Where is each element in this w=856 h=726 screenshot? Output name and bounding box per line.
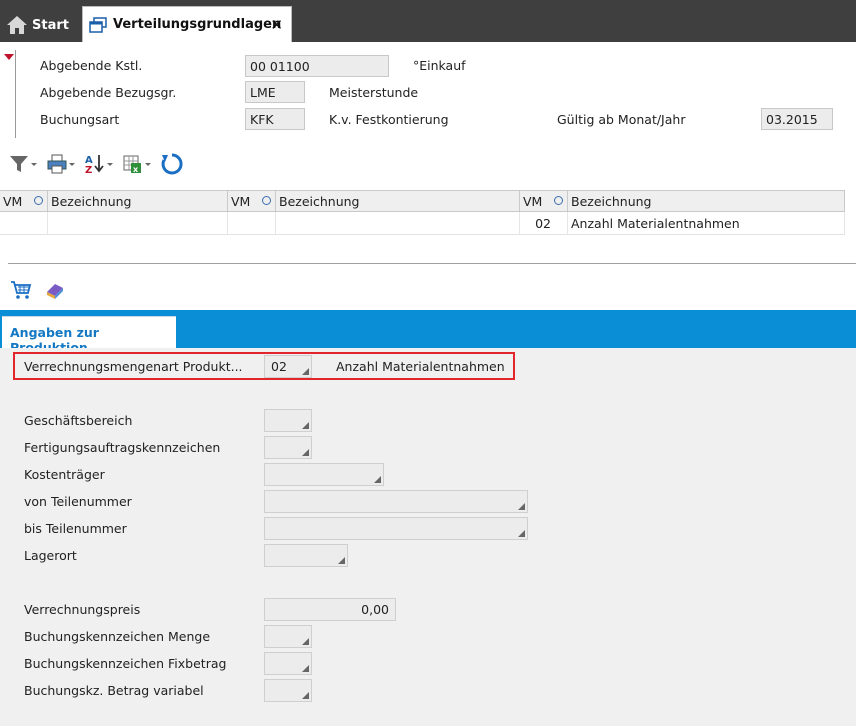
label-gueltig-ab: Gültig ab Monat/Jahr — [557, 112, 686, 127]
field-abgebende-kstl[interactable]: 00 01100 — [245, 55, 389, 77]
column-header-bezeichnung-1[interactable]: Bezeichnung — [48, 191, 228, 212]
label-buchungskennzeichen-menge: Buchungskennzeichen Menge — [24, 629, 211, 644]
field-buchungskennzeichen-menge[interactable] — [264, 625, 312, 648]
sort-icon[interactable] — [34, 196, 43, 205]
collapse-toggle-icon[interactable] — [4, 54, 14, 60]
field-buchungskz-betrag-variabel[interactable] — [264, 679, 312, 702]
label-buchungskennzeichen-fixbetrag: Buchungskennzeichen Fixbetrag — [24, 656, 227, 671]
label-lagerort: Lagerort — [24, 548, 77, 563]
refresh-icon[interactable] — [160, 152, 184, 176]
tab-start[interactable]: Start — [6, 8, 69, 42]
window-icon — [89, 16, 107, 33]
column-header-vm-1[interactable]: VM — [0, 191, 48, 212]
field-gueltig-ab[interactable]: 03.2015 — [761, 108, 833, 130]
label-buchungskz-betrag-variabel: Buchungskz. Betrag variabel — [24, 683, 204, 698]
column-header-bezeichnung-2[interactable]: Bezeichnung — [276, 191, 520, 212]
label-abgebende-kstl: Abgebende Kstl. — [40, 58, 143, 73]
svg-text:Z: Z — [85, 165, 92, 175]
table-cell: Anzahl Materialentnahmen — [568, 212, 845, 234]
section-divider — [8, 263, 856, 264]
label-fertigungsauftragskennzeichen: Fertigungsauftragskennzeichen — [24, 440, 221, 455]
table-cell: 02 — [520, 212, 568, 234]
toolbar: AZ x — [8, 150, 184, 178]
tab-verteilungsgrundlagen[interactable]: Verteilungsgrundlagen ✕ — [82, 6, 292, 42]
label-verrechnungspreis: Verrechnungspreis — [24, 602, 141, 617]
svg-text:x: x — [133, 165, 139, 174]
field-fertigungsauftragskennzeichen[interactable] — [264, 436, 312, 459]
tab-angaben-zur-produktion[interactable]: Angaben zur Produktion — [2, 316, 176, 355]
column-header-vm-2[interactable]: VM — [228, 191, 276, 212]
sort-icon[interactable] — [554, 196, 563, 205]
field-bis-teilenummer[interactable] — [264, 517, 528, 540]
desc-abgebende-kstl: °Einkauf — [413, 58, 466, 73]
header-divider — [15, 50, 16, 138]
close-icon[interactable]: ✕ — [270, 16, 283, 34]
field-buchungskennzeichen-fixbetrag[interactable] — [264, 652, 312, 675]
sort-az-icon[interactable]: AZ — [84, 153, 114, 175]
field-lagerort[interactable] — [264, 544, 348, 567]
column-header-bezeichnung-3[interactable]: Bezeichnung — [568, 191, 845, 212]
field-verrechnungsmengenart[interactable]: 02 — [264, 355, 312, 378]
field-verrechnungspreis[interactable]: 0,00 — [264, 598, 396, 621]
label-von-teilenummer: von Teilenummer — [24, 494, 132, 509]
field-von-teilenummer[interactable] — [264, 490, 528, 513]
tab-bar: Start Verteilungsgrundlagen ✕ — [0, 0, 856, 42]
label-buchungsart: Buchungsart — [40, 112, 120, 127]
table-cell — [48, 212, 228, 234]
table-cell — [228, 212, 276, 234]
desc-verrechnungsmengenart: Anzahl Materialentnahmen — [336, 359, 505, 374]
field-buchungsart[interactable]: KFK — [245, 108, 305, 130]
excel-export-icon[interactable]: x — [122, 153, 152, 175]
secondary-toolbar — [10, 280, 66, 303]
field-kostentraeger[interactable] — [264, 463, 384, 486]
field-geschaeftsbereich[interactable] — [264, 409, 312, 432]
eraser-icon[interactable] — [44, 280, 66, 303]
label-geschaeftsbereich: Geschäftsbereich — [24, 413, 133, 428]
home-icon — [7, 16, 27, 34]
table-row[interactable]: 02 Anzahl Materialentnahmen — [0, 212, 845, 235]
cart-icon[interactable] — [10, 280, 32, 303]
label-kostentraeger: Kostenträger — [24, 467, 105, 482]
table-header: VM Bezeichnung VM Bezeichnung VM Bezeich… — [0, 190, 845, 212]
print-icon[interactable] — [46, 153, 76, 175]
table-cell — [276, 212, 520, 234]
filter-icon[interactable] — [8, 153, 38, 175]
table-cell — [0, 212, 48, 234]
label-verrechnungsmengenart: Verrechnungsmengenart Produkt... — [24, 359, 243, 374]
desc-abgebende-bezugsgr: Meisterstunde — [329, 85, 419, 100]
field-abgebende-bezugsgr[interactable]: LME — [245, 81, 305, 103]
sort-icon[interactable] — [262, 196, 271, 205]
tab-start-label: Start — [32, 17, 69, 33]
label-abgebende-bezugsgr: Abgebende Bezugsgr. — [40, 85, 177, 100]
label-bis-teilenummer: bis Teilenummer — [24, 521, 127, 536]
tab-active-label: Verteilungsgrundlagen — [113, 17, 282, 32]
desc-buchungsart: K.v. Festkontierung — [329, 112, 449, 127]
column-header-vm-3[interactable]: VM — [520, 191, 568, 212]
